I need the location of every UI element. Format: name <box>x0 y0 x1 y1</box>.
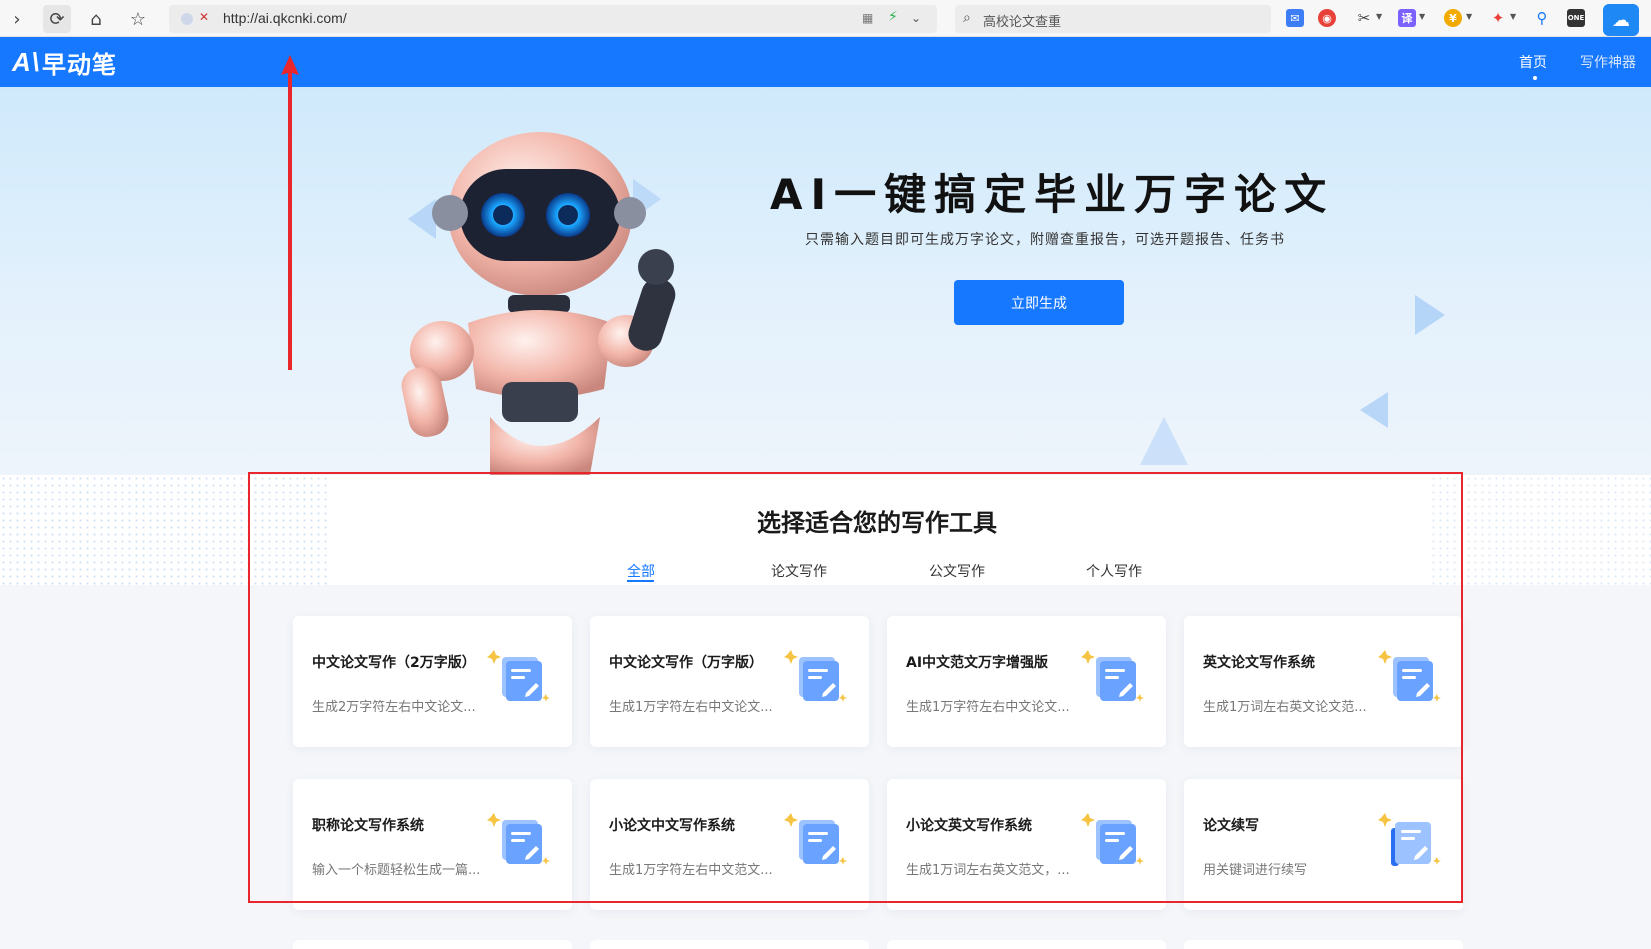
translate-icon[interactable]: 译 <box>1398 9 1416 27</box>
search-icon: ⌕ <box>963 10 971 26</box>
chevron-down-icon[interactable]: ▼ <box>1510 12 1516 21</box>
tool-card-title: 小论文英文写作系统 <box>906 818 1032 834</box>
tab-personal-writing[interactable]: 个人写作 <box>1086 561 1142 581</box>
document-edit-icon <box>784 813 847 865</box>
search-text[interactable]: 高校论文查重 <box>983 11 1061 30</box>
tab-official-writing[interactable]: 公文写作 <box>929 561 985 581</box>
nav-writing-tools[interactable]: 写作神器 <box>1580 52 1636 72</box>
qr-icon[interactable]: ▦ <box>862 11 873 25</box>
site-header: A\ 早动笔 首页 写作神器 <box>0 37 1651 87</box>
tool-card[interactable]: 职称论文写作系统 输入一个标题轻松生成一篇... <box>293 779 572 910</box>
coin-icon[interactable]: ¥ <box>1444 9 1462 27</box>
decor-triangle <box>1415 295 1445 335</box>
decor-triangle <box>1140 417 1188 465</box>
reload-icon[interactable]: ⟳ <box>43 5 71 33</box>
robot-illustration <box>401 132 676 475</box>
tool-card[interactable] <box>1184 940 1463 949</box>
weibo-icon[interactable]: ◉ <box>1318 9 1336 27</box>
tool-card[interactable] <box>293 940 572 949</box>
tool-card-desc: 生成1万词左右英文论文范... <box>1203 700 1367 715</box>
document-edit-icon <box>1081 813 1144 865</box>
magnifier-icon[interactable]: ⚲ <box>1533 9 1551 27</box>
chevron-down-icon[interactable]: ▼ <box>1466 12 1472 21</box>
tool-card[interactable] <box>887 940 1166 949</box>
document-edit-icon <box>784 650 847 702</box>
tools-section-title: 选择适合您的写作工具 <box>757 509 997 537</box>
bolt-icon[interactable]: ⚡ <box>888 9 898 25</box>
tool-card-desc: 生成1万字符左右中文论文... <box>609 700 773 715</box>
forward-icon[interactable]: › <box>3 5 31 33</box>
site-info-icon[interactable] <box>181 13 193 25</box>
tool-card-title: 中文论文写作（万字版） <box>609 655 763 671</box>
tab-all[interactable]: 全部 <box>627 561 655 581</box>
tool-card[interactable]: 中文论文写作（万字版） 生成1万字符左右中文论文... <box>590 616 869 747</box>
tool-card[interactable]: 中文论文写作（2万字版） 生成2万字符左右中文论文... <box>293 616 572 747</box>
gamepad-icon[interactable]: ✦ <box>1489 9 1507 27</box>
chevron-down-icon[interactable]: ▼ <box>1376 12 1382 21</box>
document-edit-icon <box>487 813 550 865</box>
tool-card-desc: 用关键词进行续写 <box>1203 863 1308 878</box>
tool-card-title: 论文续写 <box>1203 818 1259 834</box>
logo[interactable]: A\ 早动笔 <box>12 46 117 79</box>
mute-icon[interactable]: ✕ <box>199 10 209 24</box>
chevron-down-icon[interactable]: ▼ <box>1419 12 1425 21</box>
tab-thesis-writing[interactable]: 论文写作 <box>771 561 827 581</box>
tool-card-title: 职称论文写作系统 <box>312 818 424 834</box>
tool-card[interactable]: 小论文英文写作系统 生成1万词左右英文范文，... <box>887 779 1166 910</box>
document-edit-icon <box>1081 650 1144 702</box>
nav-home[interactable]: 首页 <box>1519 52 1547 72</box>
tool-card-desc: 生成1万字符左右中文范文... <box>609 863 773 878</box>
tool-card-desc: 输入一个标题轻松生成一篇... <box>312 863 481 878</box>
tool-card[interactable]: AI中文范文万字增强版 生成1万字符左右中文论文... <box>887 616 1166 747</box>
scissors-icon[interactable]: ✂ <box>1355 9 1373 27</box>
logo-text: 早动笔 <box>42 50 117 79</box>
tool-card-title: 中文论文写作（2万字版） <box>312 655 476 671</box>
tool-card-title: 小论文中文写作系统 <box>609 818 735 834</box>
logo-mark: A\ <box>12 46 40 77</box>
browser-toolbar: › ⟳ ⌂ ☆ ✕ http://ai.qkcnki.com/ ▦ ⚡ ⌄ ⌕ … <box>0 0 1651 37</box>
app-icon[interactable]: ONE <box>1567 9 1585 27</box>
home-icon[interactable]: ⌂ <box>82 5 110 33</box>
generate-now-button[interactable]: 立即生成 <box>954 280 1124 325</box>
tool-card-title: AI中文范文万字增强版 <box>906 655 1049 671</box>
star-icon[interactable]: ☆ <box>124 5 152 33</box>
document-continue-icon <box>1378 813 1441 866</box>
document-edit-icon <box>1378 650 1441 702</box>
chevron-down-icon[interactable]: ⌄ <box>911 11 921 25</box>
cloud-icon[interactable]: ☁ <box>1603 4 1639 36</box>
tool-card[interactable]: 英文论文写作系统 生成1万词左右英文论文范... <box>1184 616 1463 747</box>
hero-subtitle: 只需输入题目即可生成万字论文，附赠查重报告，可选开题报告、任务书 <box>805 232 1285 248</box>
tool-card[interactable]: 论文续写 用关键词进行续写 <box>1184 779 1463 910</box>
hero-banner: AI一键搞定毕业万字论文 只需输入题目即可生成万字论文，附赠查重报告，可选开题报… <box>0 87 1651 475</box>
tool-card-desc: 生成2万字符左右中文论文... <box>312 700 476 715</box>
tool-card[interactable]: 小论文中文写作系统 生成1万字符左右中文范文... <box>590 779 869 910</box>
tool-card[interactable] <box>590 940 869 949</box>
tool-card-desc: 生成1万字符左右中文论文... <box>906 700 1070 715</box>
active-tab-indicator <box>627 580 654 582</box>
address-bar[interactable]: ✕ http://ai.qkcnki.com/ ▦ ⚡ ⌄ <box>169 5 937 33</box>
active-nav-indicator <box>1533 76 1537 80</box>
url-text[interactable]: http://ai.qkcnki.com/ <box>223 10 347 26</box>
browser-search[interactable]: ⌕ 高校论文查重 <box>955 5 1271 33</box>
tool-card-title: 英文论文写作系统 <box>1203 655 1315 671</box>
tool-card-desc: 生成1万词左右英文范文，... <box>906 863 1070 878</box>
hero-title: AI一键搞定毕业万字论文 <box>770 170 1335 219</box>
decor-triangle <box>1360 392 1388 428</box>
mail-icon[interactable]: ✉ <box>1286 9 1304 27</box>
document-edit-icon <box>487 650 550 702</box>
arrow-up-icon <box>281 55 299 370</box>
